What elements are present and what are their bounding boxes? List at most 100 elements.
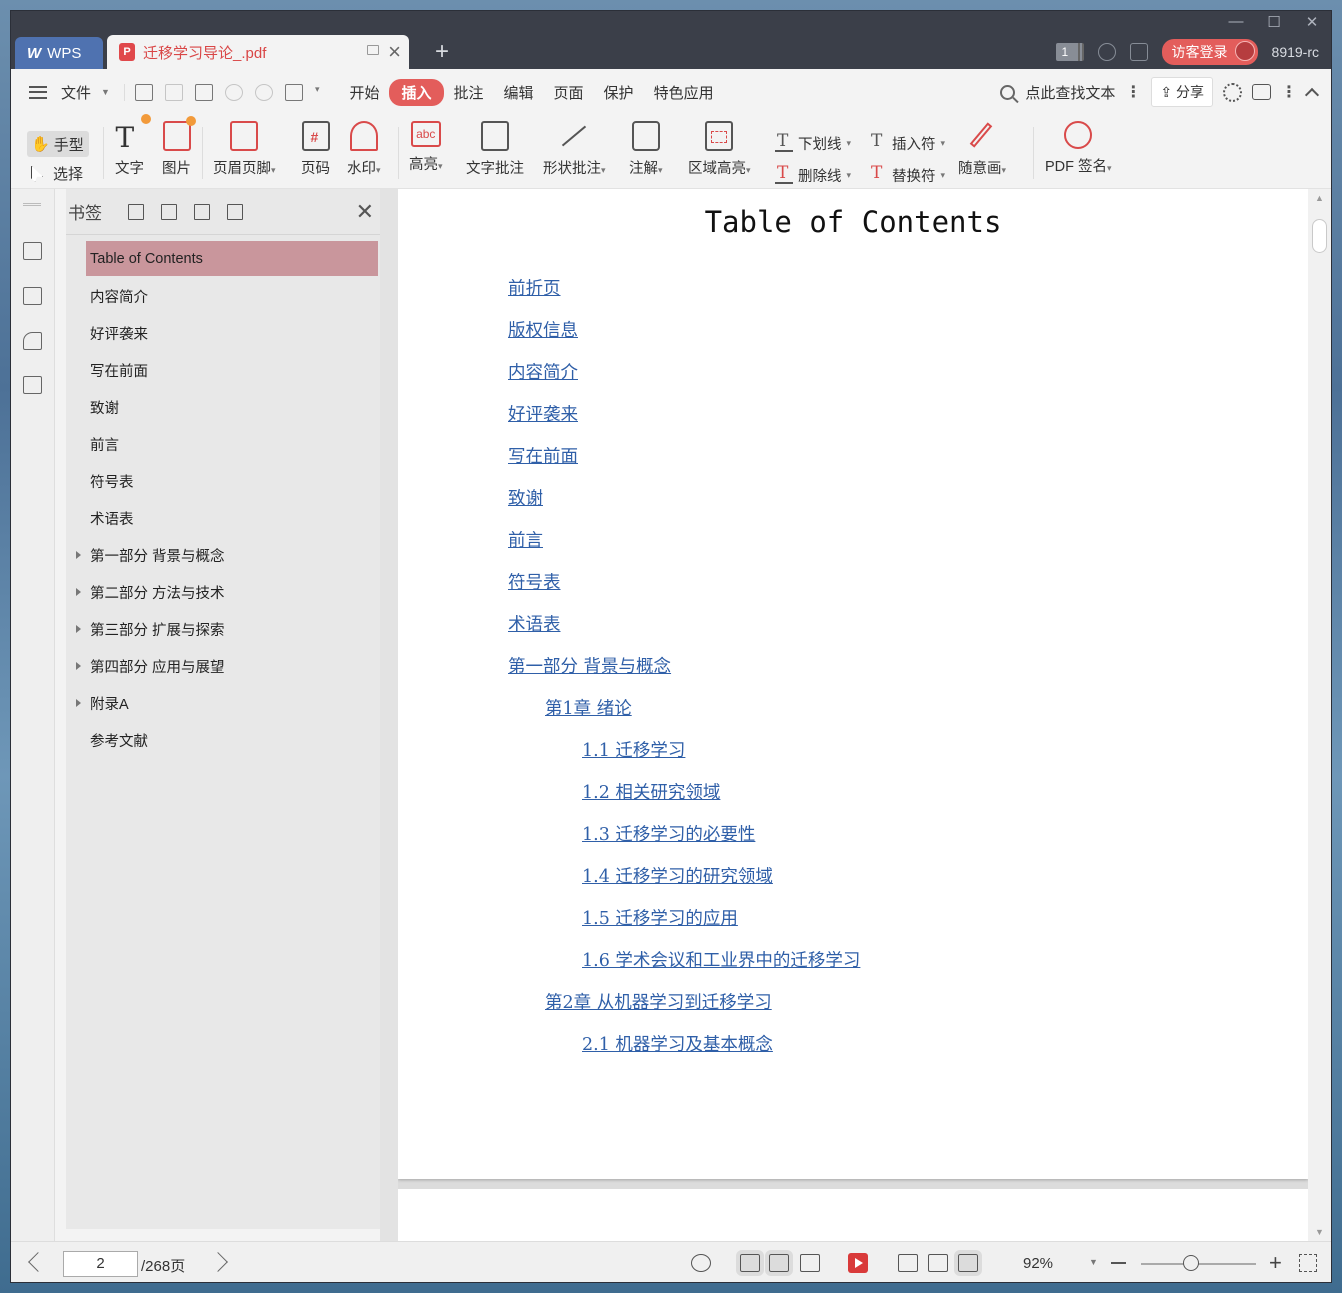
- chevron-down-icon[interactable]: ▼: [101, 87, 110, 97]
- customize-dropdown-icon[interactable]: ▾: [315, 84, 320, 101]
- continuous-view-icon[interactable]: [736, 1250, 764, 1276]
- expand-triangle-icon[interactable]: [76, 662, 81, 670]
- scroll-up-arrow-icon[interactable]: ▲: [1315, 193, 1324, 203]
- redo-icon[interactable]: [254, 83, 273, 101]
- pdf-sign-button[interactable]: PDF 签名▾: [1045, 121, 1112, 176]
- zoom-level[interactable]: 92%: [1023, 1255, 1053, 1272]
- fit-width-icon[interactable]: [954, 1250, 982, 1276]
- share-button[interactable]: ⇪ 分享: [1151, 77, 1213, 107]
- bookmark-item[interactable]: 致谢: [86, 389, 378, 426]
- toc-link[interactable]: 版权信息: [508, 319, 860, 361]
- actual-size-icon[interactable]: [898, 1254, 918, 1272]
- toc-link[interactable]: 前言: [508, 529, 860, 571]
- undo-icon[interactable]: [224, 83, 243, 101]
- export-icon[interactable]: [284, 83, 303, 101]
- bookmark-item[interactable]: 内容简介: [86, 278, 378, 315]
- insert-image-button[interactable]: 图片: [162, 116, 196, 178]
- toc-link[interactable]: 1.4 迁移学习的研究领域: [508, 865, 860, 907]
- bookmark-item[interactable]: 参考文献: [86, 722, 378, 759]
- expand-triangle-icon[interactable]: [76, 699, 81, 707]
- bookmark-item[interactable]: 第四部分 应用与展望: [76, 648, 378, 685]
- zoom-slider-handle[interactable]: [1183, 1255, 1199, 1271]
- tab-start[interactable]: 开始: [339, 78, 389, 107]
- bookmark-item[interactable]: 附录A: [76, 685, 378, 722]
- expand-triangle-icon[interactable]: [76, 625, 81, 633]
- window-count-badge[interactable]: 1: [1055, 43, 1084, 61]
- hand-tool-button[interactable]: ✋ 手型: [27, 131, 89, 157]
- header-footer-button[interactable]: 页眉页脚▾: [213, 121, 276, 178]
- close-window-button[interactable]: ✕: [1297, 13, 1327, 33]
- zoom-dropdown-icon[interactable]: ▼: [1089, 1257, 1098, 1267]
- expand-triangle-icon[interactable]: [76, 588, 81, 596]
- toc-link[interactable]: 符号表: [508, 571, 860, 613]
- new-tab-button[interactable]: +: [435, 38, 449, 66]
- hamburger-menu-icon[interactable]: [29, 85, 47, 99]
- toc-link[interactable]: 第一部分 背景与概念: [508, 655, 860, 697]
- bookmark-item[interactable]: Table of Contents: [86, 241, 378, 276]
- fullscreen-icon[interactable]: [1299, 1254, 1317, 1272]
- bookmark-item[interactable]: 写在前面: [86, 352, 378, 389]
- toc-link[interactable]: 致谢: [508, 487, 860, 529]
- toc-link[interactable]: 1.3 迁移学习的必要性: [508, 823, 860, 865]
- toc-link[interactable]: 第1章 绪论: [508, 697, 860, 739]
- strikethrough-button[interactable]: 删除线▾: [775, 163, 851, 186]
- zoom-in-button[interactable]: +: [1269, 1252, 1282, 1274]
- close-tab-button[interactable]: ×: [388, 39, 401, 65]
- collapse-ribbon-icon[interactable]: [1304, 87, 1320, 102]
- toc-link[interactable]: 2.1 机器学习及基本概念: [508, 1033, 860, 1075]
- bookmark-item[interactable]: 第二部分 方法与技术: [76, 574, 378, 611]
- save-icon[interactable]: [164, 83, 183, 101]
- tab-page[interactable]: 页面: [544, 78, 594, 107]
- toc-link[interactable]: 1.5 迁移学习的应用: [508, 907, 860, 949]
- minimize-button[interactable]: —: [1221, 13, 1251, 33]
- insert-char-button[interactable]: 插入符▾: [869, 131, 945, 154]
- freehand-button[interactable]: 随意画▾: [958, 121, 1006, 178]
- toc-link[interactable]: 前折页: [508, 277, 860, 319]
- watermark-button[interactable]: 水印▾: [347, 121, 381, 178]
- tab-comment[interactable]: 批注: [444, 78, 494, 107]
- bookmark-item[interactable]: 第三部分 扩展与探索: [76, 611, 378, 648]
- pin-window-icon[interactable]: [367, 45, 379, 55]
- toc-link[interactable]: 好评袭来: [508, 403, 860, 445]
- search-icon[interactable]: [1000, 84, 1016, 100]
- underline-button[interactable]: 下划线▾: [775, 131, 851, 154]
- more-menu-icon[interactable]: ⋮: [1281, 82, 1297, 102]
- tab-insert[interactable]: 插入: [389, 78, 444, 106]
- thumbnail-image-icon[interactable]: [23, 287, 42, 305]
- chat-icon[interactable]: [1252, 84, 1271, 100]
- zoom-out-button[interactable]: [1111, 1262, 1126, 1264]
- bookmark-item[interactable]: 术语表: [86, 500, 378, 537]
- two-page-view-icon[interactable]: [800, 1254, 820, 1272]
- bookmark-item[interactable]: 前言: [86, 426, 378, 463]
- select-tool-button[interactable]: 选择: [31, 163, 83, 184]
- more-options-icon[interactable]: ⋮: [1125, 82, 1141, 102]
- maximize-button[interactable]: ☐: [1259, 13, 1289, 33]
- collapse-all-icon[interactable]: [161, 203, 177, 220]
- settings-gear-icon[interactable]: [1223, 82, 1242, 102]
- tab-edit[interactable]: 编辑: [494, 78, 544, 107]
- skin-icon[interactable]: [1097, 43, 1116, 61]
- expand-triangle-icon[interactable]: [76, 551, 81, 559]
- scrollbar-thumb[interactable]: [1312, 219, 1327, 253]
- scroll-down-arrow-icon[interactable]: ▼: [1315, 1227, 1324, 1237]
- add-bookmark-icon[interactable]: [194, 203, 210, 220]
- file-menu[interactable]: 文件: [51, 78, 101, 107]
- signature-panel-icon[interactable]: [23, 376, 42, 394]
- note-button[interactable]: 注解▾: [629, 121, 663, 178]
- expand-all-icon[interactable]: [128, 203, 144, 220]
- toc-link[interactable]: 1.6 学术会议和工业界中的迁移学习: [508, 949, 860, 991]
- toc-link[interactable]: 第2章 从机器学习到迁移学习: [508, 991, 860, 1033]
- print-icon[interactable]: [194, 83, 213, 101]
- theme-shirt-icon[interactable]: [1129, 43, 1148, 61]
- bookmark-item[interactable]: 好评袭来: [86, 315, 378, 352]
- toc-link[interactable]: 术语表: [508, 613, 860, 655]
- highlight-button[interactable]: abc 高亮▾: [409, 121, 443, 174]
- replace-char-button[interactable]: 替换符▾: [869, 163, 945, 186]
- login-button[interactable]: 访客登录: [1161, 39, 1258, 65]
- open-folder-icon[interactable]: [134, 83, 153, 101]
- bookmark-item[interactable]: 符号表: [86, 463, 378, 500]
- bookmark-settings-icon[interactable]: [227, 203, 243, 220]
- eye-protection-icon[interactable]: [691, 1254, 711, 1272]
- play-slideshow-icon[interactable]: [848, 1253, 868, 1273]
- toc-link[interactable]: 1.2 相关研究领域: [508, 781, 860, 823]
